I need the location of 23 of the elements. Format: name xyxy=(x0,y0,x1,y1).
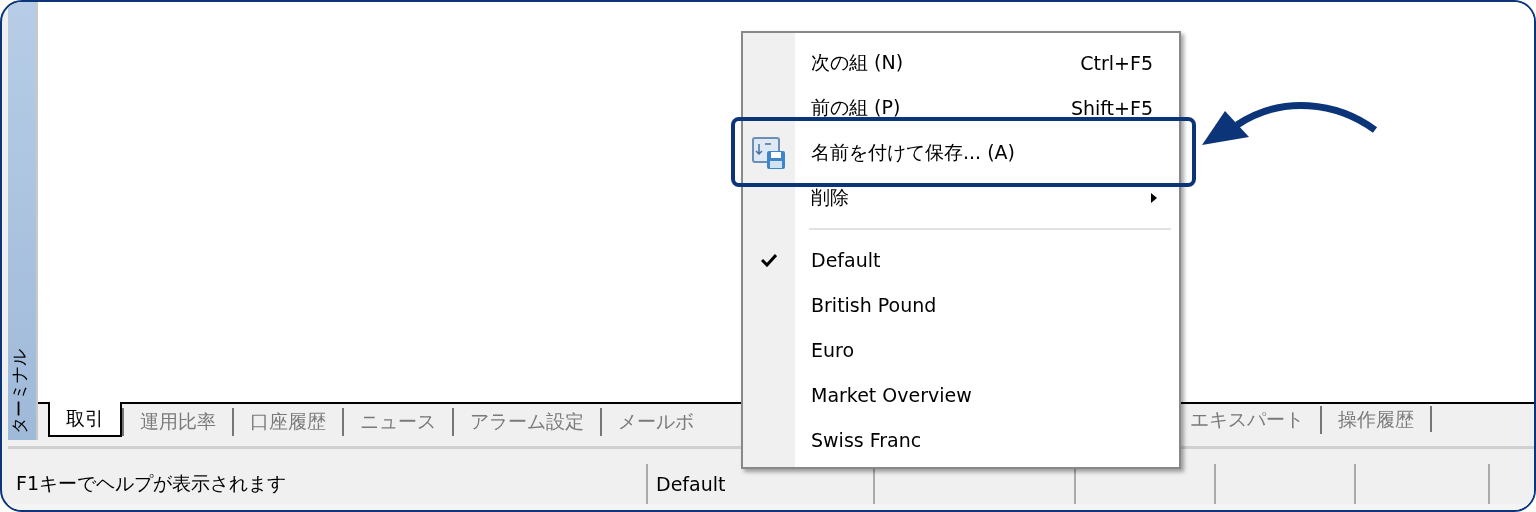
menu-item[interactable]: 前の組 (P) Shift+F5 xyxy=(743,94,1179,121)
shortcut-text: Ctrl+F5 xyxy=(1080,51,1154,74)
side-panel-title: ターミナル xyxy=(8,349,30,434)
menu-item[interactable]: Euro xyxy=(743,336,1179,363)
status-text: Default xyxy=(656,473,726,495)
menu-item[interactable]: Market Overview xyxy=(743,381,1179,408)
tab[interactable]: 口座履歴 xyxy=(232,407,342,436)
shortcut-text: Shift+F5 xyxy=(1070,96,1154,119)
menu-item[interactable]: 削除 xyxy=(743,184,1179,211)
menu-item[interactable]: British Pound xyxy=(743,291,1179,318)
tab[interactable]: ニュース xyxy=(342,407,452,436)
menu-item[interactable]: 名前を付けて保存... (A) xyxy=(743,139,1179,166)
status-text: F1キーでヘルプが表示されます xyxy=(16,471,287,496)
tab[interactable]: アラーム設定 xyxy=(452,407,600,436)
tab[interactable]: 取引 xyxy=(48,402,122,437)
menu-item[interactable]: Swiss Franc xyxy=(743,426,1179,453)
tab[interactable]: 運用比率 xyxy=(122,407,232,436)
checkmark-icon xyxy=(761,252,777,267)
save-as-icon xyxy=(751,135,787,170)
menu-item[interactable]: Default xyxy=(743,246,1179,273)
menu-item[interactable]: 次の組 (N) Ctrl+F5 xyxy=(743,49,1179,76)
tab[interactable]: メールボ xyxy=(600,407,710,436)
tab[interactable]: 操作履歴 xyxy=(1320,406,1430,434)
